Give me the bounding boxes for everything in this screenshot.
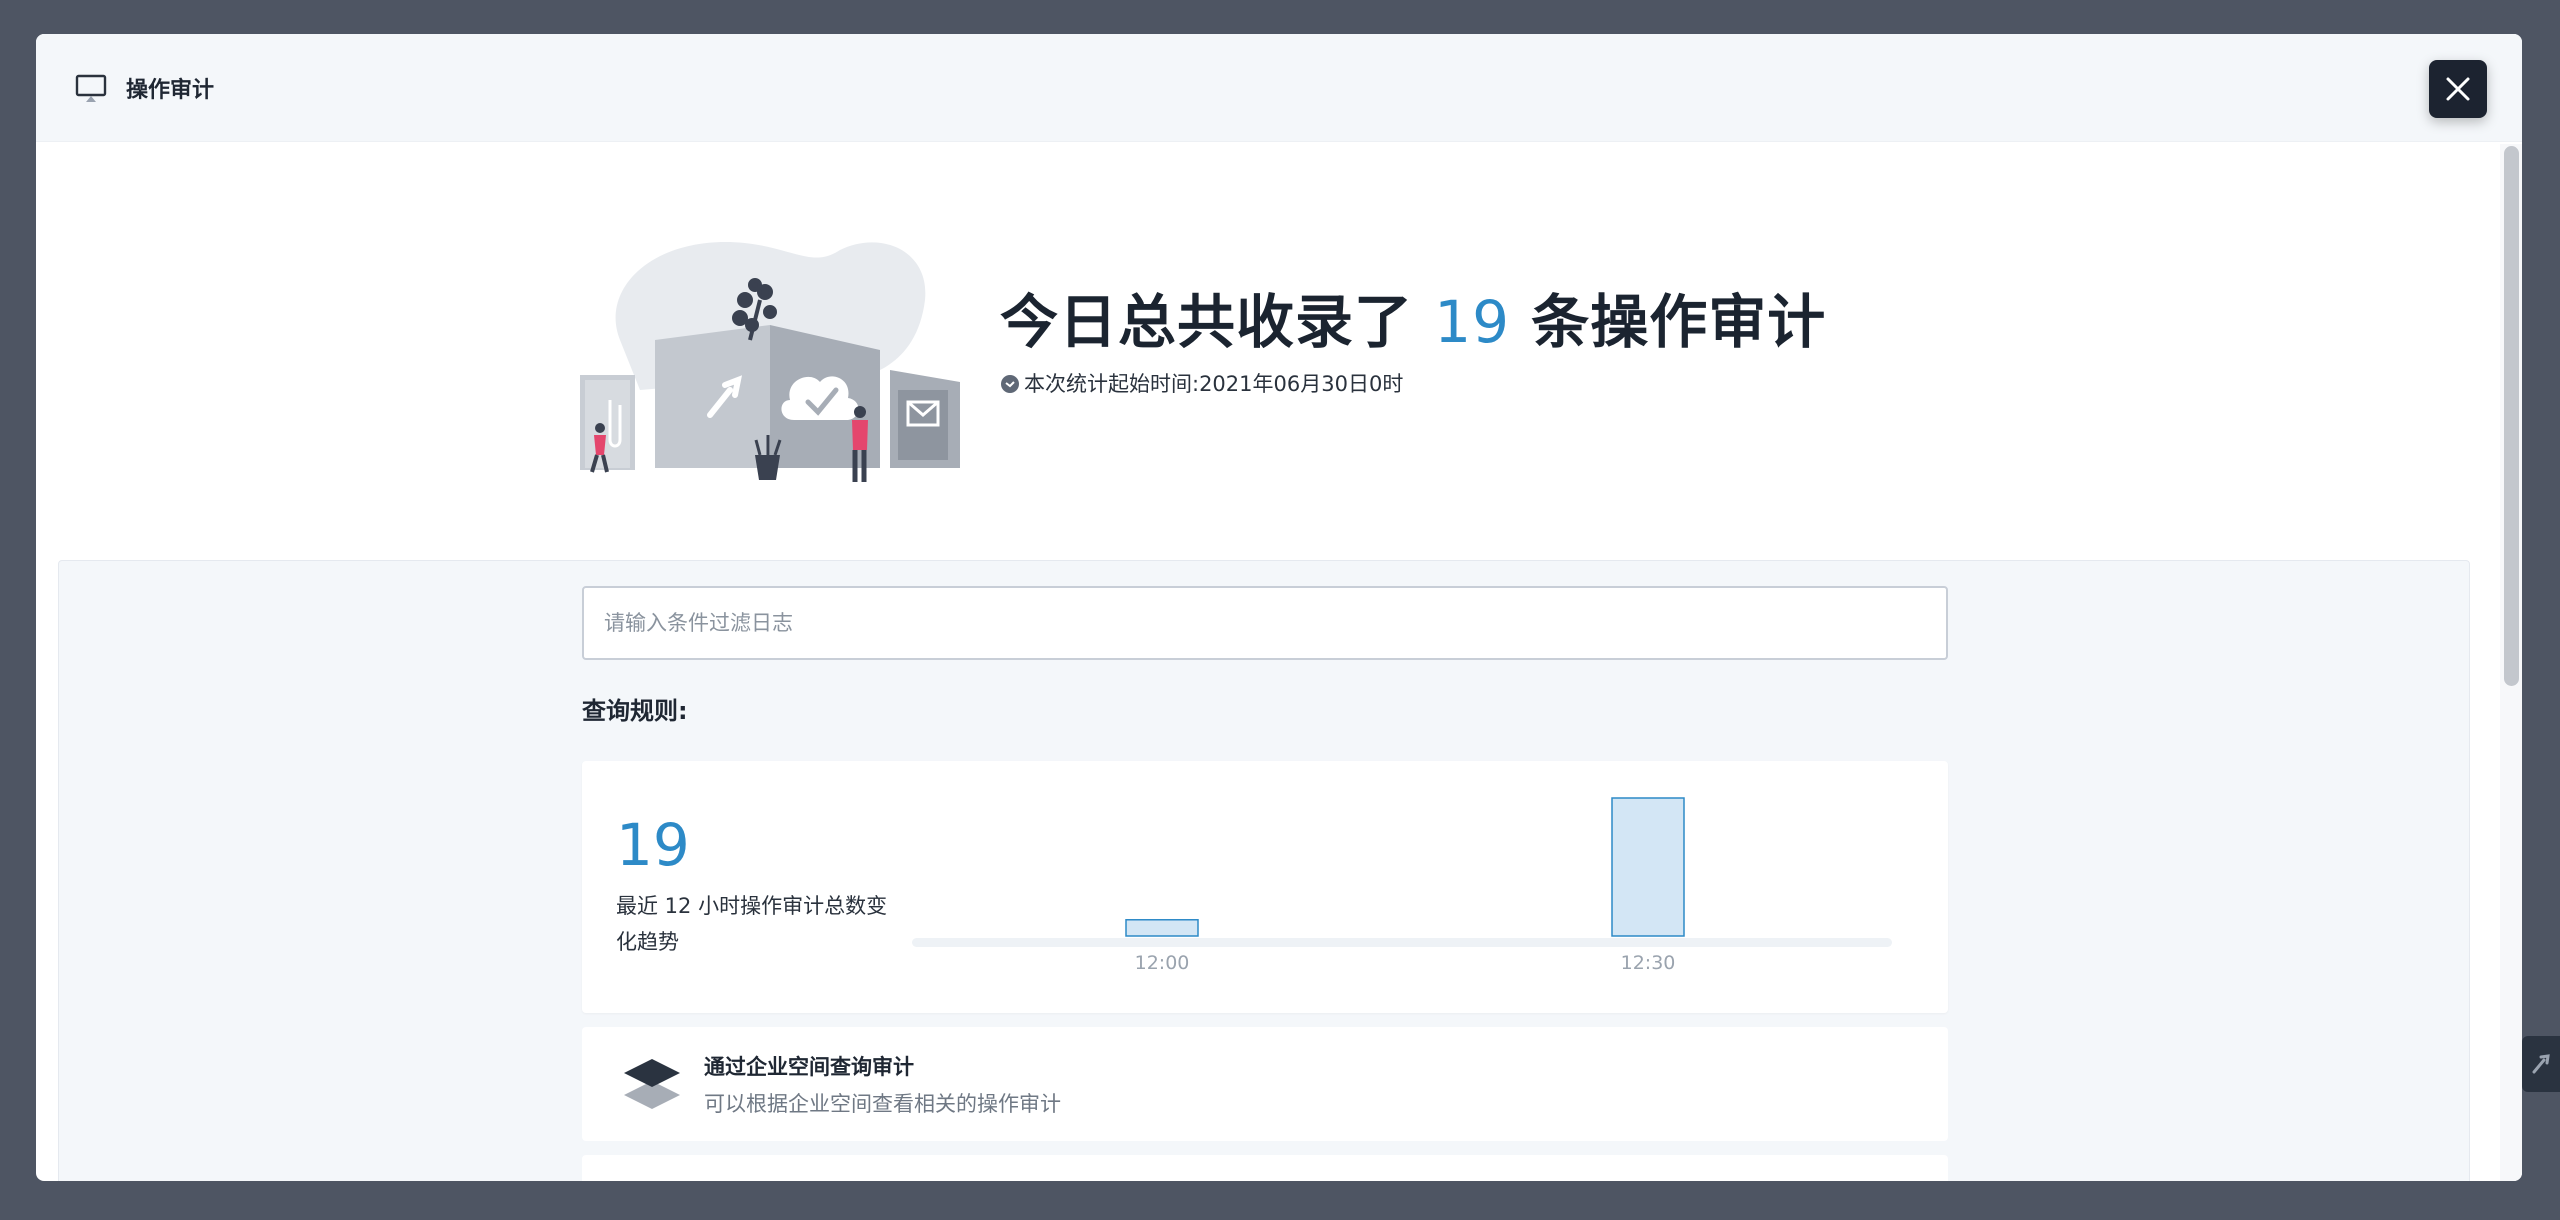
audit-modal: 操作审计 今日总共收录了 19 条操作审计 本次统计起始时间:2021年06月3…: [36, 34, 2522, 1181]
today-count: 19: [1434, 288, 1511, 356]
clock-icon: [1000, 374, 1020, 394]
filter-option-next[interactable]: [582, 1155, 1948, 1181]
chart-tick-label: 12:30: [1621, 952, 1676, 974]
side-toolbox-tab[interactable]: [2522, 1036, 2560, 1092]
chart-bar[interactable]: [1125, 919, 1199, 937]
stats-start-time: 本次统计起始时间:2021年06月30日0时: [1000, 368, 1403, 398]
trend-count: 19: [616, 811, 690, 879]
log-filter-input[interactable]: [582, 586, 1948, 660]
trend-bar-chart: 12:00 12:30: [912, 797, 1892, 974]
query-panel: 查询规则: 19 最近 12 小时操作审计总数变化趋势 12:00 12:30 通…: [58, 560, 2470, 1181]
filter-option-title: 通过企业空间查询审计: [704, 1055, 914, 1079]
chart-baseline: [912, 938, 1892, 947]
chart-tick-label: 12:00: [1135, 952, 1190, 974]
scrollbar-thumb[interactable]: [2504, 146, 2519, 686]
close-button[interactable]: [2429, 60, 2487, 118]
filter-option-workspace[interactable]: 通过企业空间查询审计 可以根据企业空间查看相关的操作审计: [582, 1027, 1948, 1141]
buildings-illustration: [580, 241, 960, 482]
trend-card: 19 最近 12 小时操作审计总数变化趋势 12:00 12:30: [582, 761, 1948, 1013]
layers-icon: [624, 1059, 680, 1109]
hero-title-suffix: 条操作审计: [1531, 288, 1827, 356]
close-icon: [2446, 77, 2470, 101]
hero-section: 今日总共收录了 19 条操作审计 本次统计起始时间:2021年06月30日0时: [580, 230, 1880, 510]
monitor-icon: [74, 71, 108, 105]
trend-description: 最近 12 小时操作审计总数变化趋势: [616, 894, 888, 954]
query-rules-label: 查询规则:: [582, 697, 688, 725]
hero-title: 今日总共收录了 19 条操作审计: [1000, 275, 1826, 359]
modal-title: 操作审计: [126, 78, 215, 103]
stats-start-time-text: 本次统计起始时间:2021年06月30日0时: [1024, 372, 1404, 396]
hammer-icon: [2532, 1054, 2550, 1074]
hero-title-prefix: 今日总共收录了: [1000, 288, 1414, 356]
modal-header: 操作审计: [36, 34, 2522, 142]
filter-option-description: 可以根据企业空间查看相关的操作审计: [704, 1092, 1061, 1116]
chart-bar[interactable]: [1611, 797, 1685, 937]
